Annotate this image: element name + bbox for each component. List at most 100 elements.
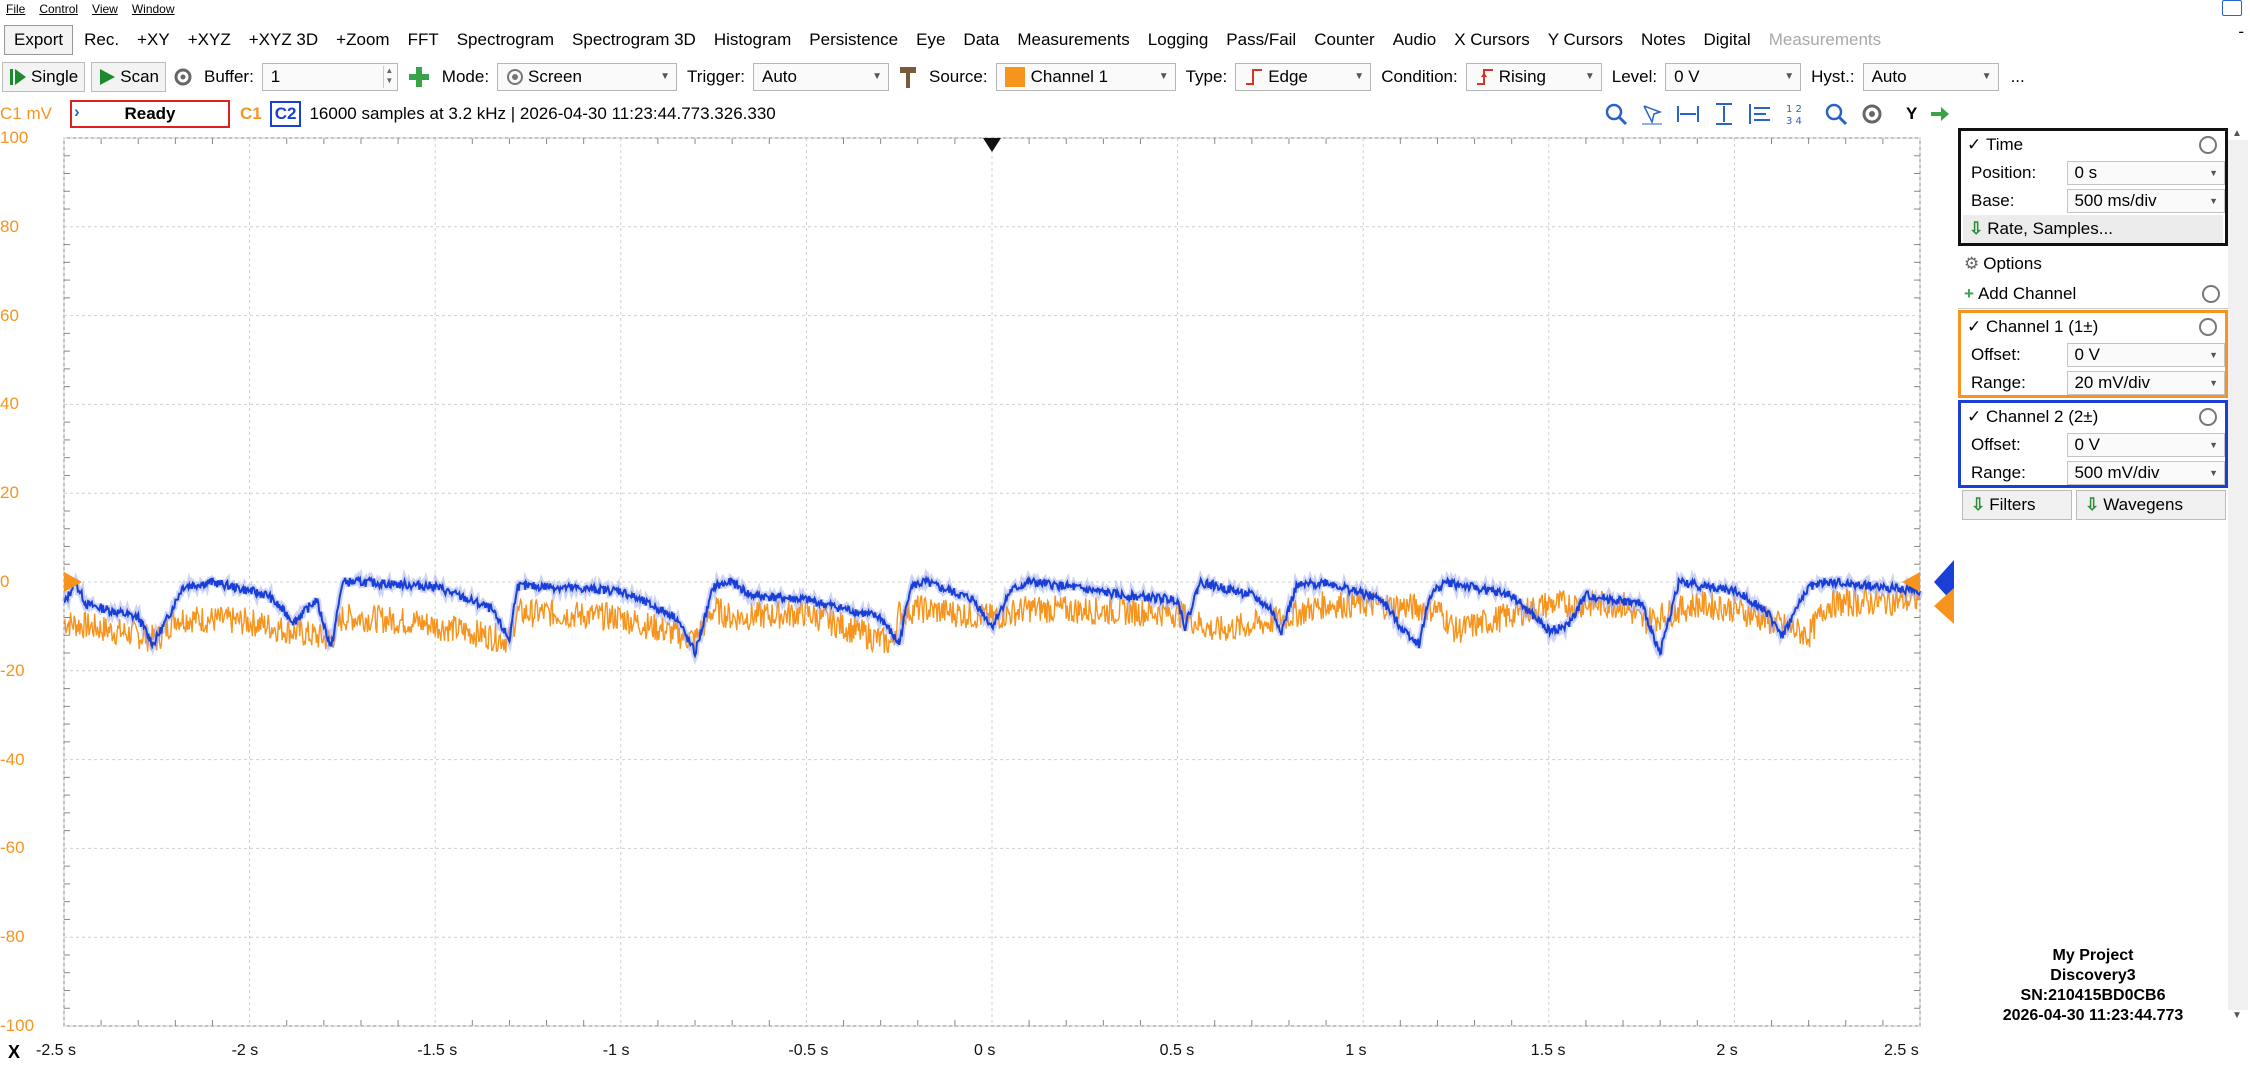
ch2-offset-select[interactable]: 0 V ▼ — [2067, 433, 2225, 457]
ch2-offset-label: Offset: — [1971, 435, 2021, 454]
gear-icon[interactable] — [2199, 136, 2217, 154]
ch1-offset-select[interactable]: 0 V ▼ — [2067, 343, 2225, 367]
tool-spectrogram[interactable]: Spectrogram — [448, 25, 563, 55]
add-channel-row[interactable]: + Add Channel — [1958, 280, 2228, 309]
channel1-header[interactable]: ✓ Channel 1 (1±) — [1961, 313, 2225, 341]
tool-pass-fail[interactable]: Pass/Fail — [1217, 25, 1305, 55]
channel1-toggle[interactable]: C1 — [240, 104, 262, 124]
mode-select[interactable]: Screen ▼ — [497, 63, 678, 91]
level-label: Level: — [1611, 67, 1658, 86]
level-select[interactable]: 0 V ▼ — [1665, 63, 1802, 91]
tool-notes[interactable]: Notes — [1632, 25, 1694, 55]
y-tick-label: -20 — [0, 660, 25, 680]
scroll-up-icon[interactable]: ▲ — [2232, 128, 2242, 139]
zoom-out-icon[interactable] — [1820, 102, 1848, 126]
x-axis-button[interactable]: X — [8, 1042, 20, 1063]
y-tick-label: 0 — [0, 572, 10, 591]
edge-icon — [1246, 69, 1263, 85]
tool-y-cursors[interactable]: Y Cursors — [1539, 25, 1632, 55]
tool-persistence[interactable]: Persistence — [800, 25, 907, 55]
add-plus-icon[interactable] — [406, 64, 432, 90]
tool-measurements-disabled: Measurements — [1768, 30, 1882, 49]
x-tick-label: -2 s — [231, 1042, 259, 1059]
tool-eye[interactable]: Eye — [907, 25, 954, 55]
scan-button[interactable]: Scan — [91, 62, 167, 92]
gear-icon[interactable] — [2199, 408, 2217, 426]
tool-spectrogram-3d[interactable]: Spectrogram 3D — [563, 25, 705, 55]
tool-data[interactable]: Data — [954, 25, 1008, 55]
trigger-value: Auto — [762, 67, 797, 86]
position-select[interactable]: 0 s ▼ — [2067, 161, 2225, 185]
oscilloscope-plot[interactable] — [0, 128, 1958, 1066]
add-channel-label: Add Channel — [1977, 284, 2077, 303]
source-select[interactable]: Channel 1 ▼ — [995, 63, 1176, 91]
control-overflow-button[interactable]: ... — [2011, 67, 2025, 87]
base-select[interactable]: 500 ms/div ▼ — [2067, 189, 2225, 213]
y-axis-button[interactable]: Y — [1906, 104, 1917, 124]
tool-counter[interactable]: Counter — [1305, 25, 1383, 55]
position-value: 0 s — [2074, 163, 2098, 182]
tool-logging[interactable]: Logging — [1139, 25, 1218, 55]
rising-edge-icon — [1476, 69, 1493, 85]
channel1-color-swatch — [1004, 67, 1025, 87]
hyst-select[interactable]: Auto ▼ — [1862, 63, 1999, 91]
project-timestamp: 2026-04-30 11:23:44.773 — [2002, 1007, 2184, 1024]
tool-xyz[interactable]: +XYZ — [179, 25, 240, 55]
condition-select[interactable]: Rising ▼ — [1465, 63, 1602, 91]
wavegens-button[interactable]: ⇩ Wavegens — [2076, 490, 2226, 520]
ch1-range-select[interactable]: 20 mV/div ▼ — [2067, 371, 2225, 395]
tool-fft[interactable]: FFT — [399, 25, 448, 55]
cursor-tool-icon[interactable] — [1640, 102, 1664, 126]
options-row[interactable]: ⚙ Options — [1958, 250, 2228, 278]
channel1-title: Channel 1 (1±) — [1985, 317, 2099, 336]
zoom-in-icon[interactable] — [1604, 102, 1628, 126]
scroll-down-icon[interactable]: ▼ — [2232, 1010, 2242, 1021]
channel2-toggle[interactable]: C2 — [269, 101, 302, 127]
time-header[interactable]: ✓ Time — [1961, 131, 2225, 159]
tool-measurements[interactable]: Measurements — [1008, 25, 1138, 55]
filters-button[interactable]: ⇩ Filters — [1962, 490, 2072, 520]
x-tick-label: 2 s — [1716, 1042, 1738, 1059]
vertical-zoom-icon[interactable] — [1712, 102, 1736, 126]
tool-xyz-3d[interactable]: +XYZ 3D — [240, 25, 327, 55]
gear-icon[interactable] — [2202, 285, 2220, 303]
tools-overflow-button[interactable]: - — [2238, 22, 2244, 42]
menu-window[interactable]: Window — [132, 2, 175, 16]
menu-control[interactable]: Control — [39, 2, 78, 16]
trigger-select[interactable]: Auto ▼ — [753, 63, 889, 91]
panel-scrollbar[interactable] — [2228, 140, 2248, 1010]
tool-audio[interactable]: Audio — [1384, 25, 1445, 55]
type-select[interactable]: Edge ▼ — [1235, 63, 1372, 91]
plot-settings-gear-icon[interactable] — [1860, 102, 1884, 126]
ch1-offset-value: 0 V — [2074, 345, 2100, 364]
tool-rec[interactable]: Rec. — [75, 25, 128, 55]
tool-zoom[interactable]: +Zoom — [327, 25, 398, 55]
buffer-input[interactable]: 1 ▲ ▼ — [261, 63, 398, 91]
level-value: 0 V — [1674, 67, 1700, 86]
horizontal-zoom-icon[interactable] — [1676, 102, 1700, 126]
trigger-hammer-icon[interactable] — [897, 65, 919, 89]
rate-samples-button[interactable]: ⇩ Rate, Samples... — [1963, 215, 2223, 243]
x-tick-label: 0 s — [974, 1042, 996, 1059]
source-label: Source: — [929, 67, 988, 86]
chevron-down-icon: ▼ — [660, 71, 671, 82]
window-restore-icon[interactable] — [2222, 0, 2242, 16]
tool-digital[interactable]: Digital — [1694, 25, 1759, 55]
ch2-range-select[interactable]: 500 mV/div ▼ — [2067, 461, 2225, 485]
gear-icon[interactable] — [2199, 318, 2217, 336]
plot-tools: 1 23 4 Y — [1604, 102, 1951, 126]
settings-gear-icon[interactable] — [172, 66, 194, 88]
arrow-right-icon[interactable] — [1929, 104, 1951, 124]
channel2-header[interactable]: ✓ Channel 2 (2±) — [1961, 403, 2225, 431]
stack-order-icon[interactable]: 1 23 4 — [1784, 102, 1808, 126]
tool-x-cursors[interactable]: X Cursors — [1445, 25, 1539, 55]
buffer-spin-icon[interactable]: ▲ ▼ — [382, 66, 395, 88]
menu-view[interactable]: View — [92, 2, 118, 16]
tool-histogram[interactable]: Histogram — [705, 25, 800, 55]
tool-xy[interactable]: +XY — [128, 25, 179, 55]
tool-export[interactable]: Export — [4, 25, 74, 55]
align-left-icon[interactable] — [1748, 102, 1772, 126]
menu-file[interactable]: File — [6, 2, 25, 16]
single-button[interactable]: Single — [2, 62, 86, 92]
chevron-right-icon[interactable]: › — [74, 102, 80, 122]
